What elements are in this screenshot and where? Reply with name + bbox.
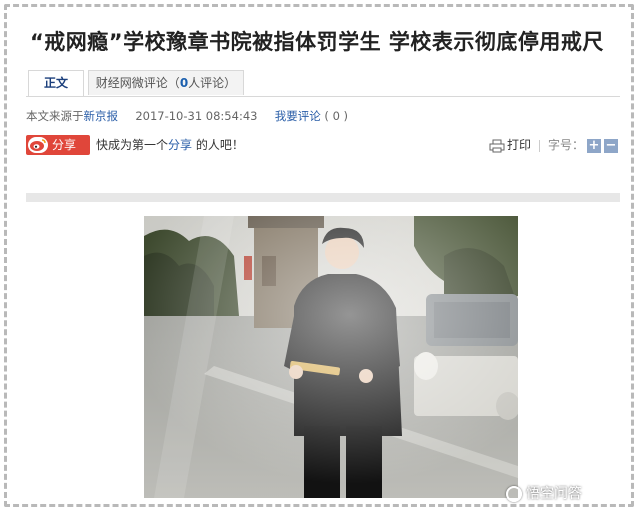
tools-separator [538,139,540,152]
tab-comments-prefix: 财经网微评论（ [95,76,180,90]
tab-comments[interactable]: 财经网微评论（0人评论） [88,70,244,95]
article-meta: 本文来源于新京报 2017-10-31 08:54:43 我要评论 ( 0 ) [26,108,348,124]
section-divider [26,193,620,202]
article-tabs: 正文 财经网微评论（0人评论） [26,70,620,97]
font-decrease-button[interactable]: − [604,138,618,153]
publish-datetime: 2017-10-31 08:54:43 [135,109,258,123]
article-title: “戒网瘾”学校豫章书院被指体罚学生 学校表示彻底停用戒尺 [30,30,604,54]
weibo-icon [28,137,48,153]
comment-link[interactable]: 我要评论 [275,109,321,123]
article-page: “戒网瘾”学校豫章书院被指体罚学生 学校表示彻底停用戒尺 正文 财经网微评论（0… [0,0,640,513]
font-size-label: 字号： [547,138,584,152]
printer-icon[interactable] [489,139,505,153]
watermark: 悟空问答 [506,483,582,505]
tab-comments-suffix: 人评论） [188,76,237,90]
font-increase-button[interactable]: + [587,138,601,153]
print-button[interactable]: 打印 [507,138,531,152]
weibo-share-label: 分享 [52,138,77,152]
source-prefix: 本文来源于 [26,109,84,123]
share-prompt-before: 快成为第一个 [96,138,169,152]
watermark-logo-icon [506,486,522,502]
share-row: 分享 快成为第一个分享 的人吧！ 打印 字号： + − [26,135,620,155]
share-prompt: 快成为第一个分享 的人吧！ [96,135,244,155]
source-link[interactable]: 新京报 [84,109,119,123]
watermark-text: 悟空问答 [526,486,582,502]
tab-main-text[interactable]: 正文 [28,70,84,96]
weibo-share-button[interactable]: 分享 [26,135,90,155]
comment-count: ( 0 ) [324,109,349,123]
article-photo[interactable] [144,216,518,498]
tab-main-text-label: 正文 [43,76,68,90]
photo-illustration [144,216,518,498]
article-tools: 打印 字号： + − [489,135,618,155]
tab-comments-count: 0 [179,76,189,90]
share-prompt-after: 的人吧！ [195,138,244,152]
share-prompt-link[interactable]: 分享 [168,138,192,152]
